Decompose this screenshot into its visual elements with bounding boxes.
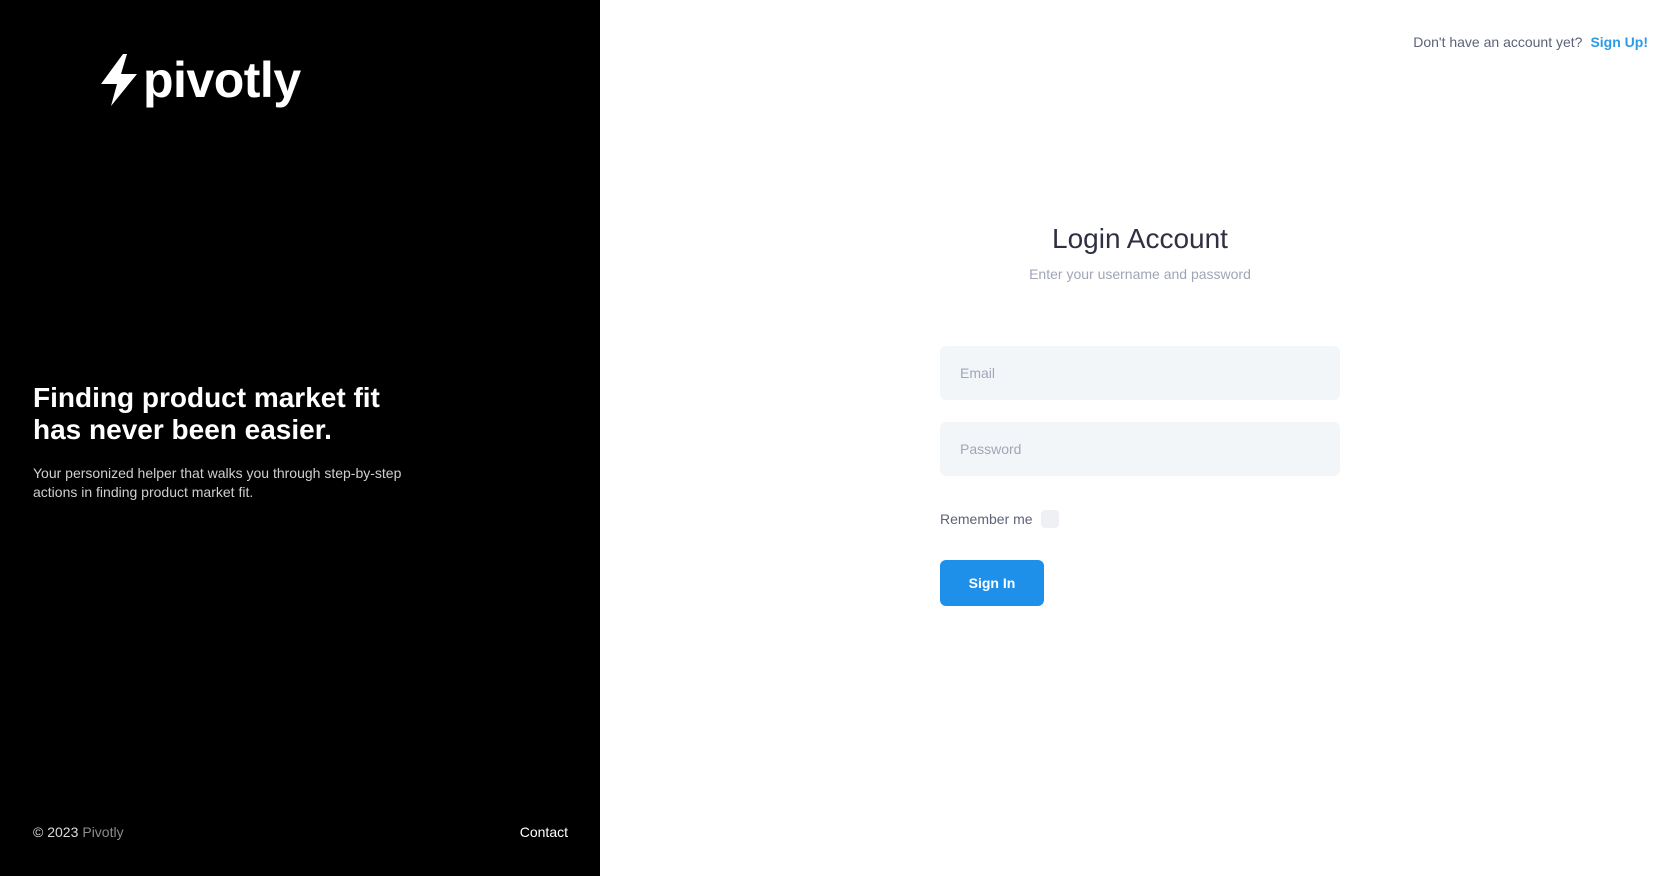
login-form: Login Account Enter your username and pa…	[940, 222, 1340, 606]
hero-headline-line-1: Finding product market fit	[33, 382, 380, 413]
copyright: © 2023 Pivotly	[33, 824, 124, 840]
hero-description: Your personized helper that walks you th…	[33, 464, 453, 502]
brand-panel-footer: © 2023 Pivotly Contact	[33, 824, 568, 840]
brand-panel: pivotly Finding product market fit has n…	[0, 0, 600, 876]
signup-prompt-text: Don't have an account yet?	[1413, 34, 1583, 50]
hero-headline-line-2: has never been easier.	[33, 414, 332, 445]
email-field[interactable]	[940, 346, 1340, 400]
remember-me-label: Remember me	[940, 511, 1033, 527]
sign-in-button[interactable]: Sign In	[940, 560, 1044, 606]
login-page: pivotly Finding product market fit has n…	[0, 0, 1680, 876]
hero-description-line-1: Your personized helper that walks you th…	[33, 465, 402, 481]
password-field[interactable]	[940, 422, 1340, 476]
logo-text: pivotly	[143, 52, 301, 108]
page-subtitle: Enter your username and password	[1029, 266, 1251, 282]
remember-me[interactable]: Remember me	[940, 510, 1340, 528]
remember-me-checkbox[interactable]	[1040, 510, 1059, 528]
contact-link[interactable]: Contact	[520, 824, 568, 840]
copyright-year: © 2023	[33, 824, 79, 840]
hero-tagline: Finding product market fit has never bee…	[33, 382, 453, 502]
lightning-bolt-icon	[99, 54, 139, 106]
page-title: Login Account	[1052, 223, 1228, 254]
login-fields	[940, 346, 1340, 476]
logo[interactable]: pivotly	[99, 54, 301, 106]
copyright-company: Pivotly	[82, 824, 124, 840]
hero-description-line-2: actions in finding product market fit.	[33, 484, 254, 500]
hero-headline: Finding product market fit has never bee…	[33, 382, 453, 446]
login-panel: Don't have an account yet? Sign Up! Logi…	[600, 0, 1680, 876]
signup-prompt: Don't have an account yet? Sign Up!	[1413, 34, 1648, 50]
signup-link[interactable]: Sign Up!	[1590, 34, 1648, 50]
